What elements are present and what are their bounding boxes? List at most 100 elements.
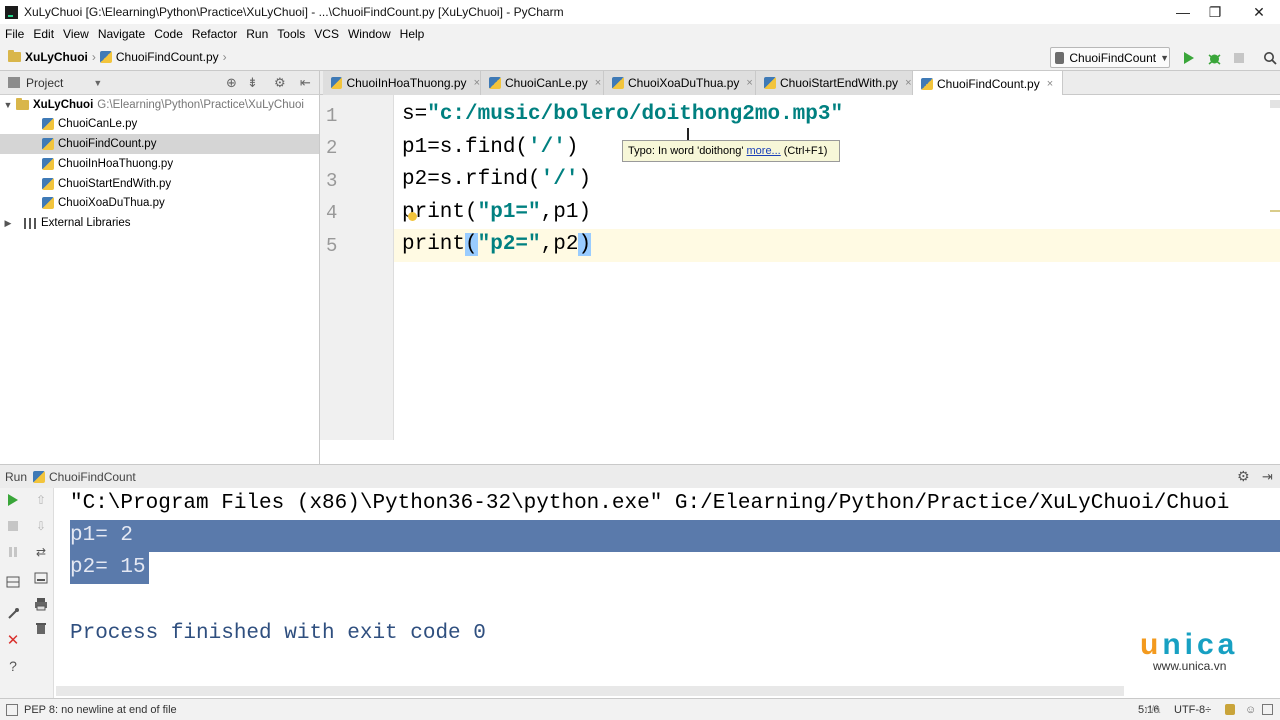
code-line-1: s="c:/music/bolero/doithong2mo.mp3" bbox=[402, 103, 844, 126]
trash-icon[interactable] bbox=[33, 620, 49, 636]
folder-icon bbox=[16, 98, 29, 110]
line-number: 2 bbox=[326, 137, 338, 159]
search-everywhere-icon[interactable] bbox=[1262, 50, 1278, 66]
rerun-icon[interactable] bbox=[5, 492, 21, 508]
lightbulb-icon[interactable] bbox=[408, 212, 417, 221]
stop-icon[interactable] bbox=[1231, 50, 1247, 66]
status-bar: PEP 8: no newline at end of file 5:16 n/… bbox=[0, 698, 1280, 720]
typo-tooltip: Typo: In word 'doithong' more... (Ctrl+F… bbox=[622, 140, 840, 162]
python-file-icon bbox=[612, 77, 624, 89]
editor-tab-bar: ChuoiInHoaThuong.py × ChuoiCanLe.py × Ch… bbox=[320, 71, 1280, 96]
locate-icon[interactable]: ⊕ bbox=[226, 75, 237, 91]
code-line-4: print("p1=",p1) bbox=[402, 201, 592, 224]
menu-tools[interactable]: Tools bbox=[277, 27, 305, 41]
python-file-icon bbox=[99, 51, 112, 63]
chevron-down-icon: ▼ bbox=[1160, 52, 1169, 63]
console-output-p1: p1= 2 bbox=[70, 524, 134, 547]
pycharm-icon bbox=[5, 5, 18, 19]
close-button[interactable]: ✕ bbox=[1240, 0, 1278, 24]
tab-label: ChuoiCanLe.py bbox=[505, 76, 588, 90]
menu-file[interactable]: File bbox=[5, 27, 24, 41]
line-separator: n/a bbox=[1145, 703, 1161, 716]
python-file-icon bbox=[42, 158, 54, 170]
expand-arrow-icon[interactable]: ▼ bbox=[3, 100, 13, 110]
menu-view[interactable]: View bbox=[63, 27, 89, 41]
menu-code[interactable]: Code bbox=[154, 27, 183, 41]
console-toolbar: ⇧ ⇩ ⇄ bbox=[28, 488, 54, 698]
tab-close-icon[interactable]: × bbox=[474, 77, 480, 89]
tab-chuoistartendwith[interactable]: ChuoiStartEndWith.py × bbox=[756, 71, 913, 95]
tab-chuoixoaduthua[interactable]: ChuoiXoaDuThua.py × bbox=[604, 71, 756, 95]
tree-root[interactable]: ▼ XuLyChuoi G:\Elearning\Python\Practice… bbox=[0, 95, 319, 115]
restore-button[interactable]: ❐ bbox=[1196, 0, 1234, 24]
tree-file[interactable]: ChuoiXoaDuThua.py bbox=[0, 193, 319, 213]
pause-icon[interactable] bbox=[5, 544, 21, 560]
menu-window[interactable]: Window bbox=[348, 27, 391, 41]
python-file-icon bbox=[921, 77, 933, 90]
hide-panel-icon[interactable]: ⇤ bbox=[300, 75, 311, 91]
tab-close-icon[interactable]: × bbox=[905, 77, 911, 89]
menu-vcs[interactable]: VCS bbox=[314, 27, 339, 41]
run-toolbar: ✕ ? bbox=[0, 488, 28, 698]
hide-panel-icon[interactable]: ⇥ bbox=[1262, 469, 1273, 485]
tree-file-label: ChuoiXoaDuThua.py bbox=[58, 197, 165, 209]
tab-close-icon[interactable]: × bbox=[1047, 78, 1053, 90]
scroll-to-end-icon[interactable] bbox=[33, 570, 49, 586]
print-icon[interactable] bbox=[33, 596, 49, 612]
arrow-up-icon[interactable]: ⇧ bbox=[33, 492, 49, 508]
menu-help[interactable]: Help bbox=[400, 27, 425, 41]
python-file-icon bbox=[42, 138, 54, 150]
pin-icon[interactable] bbox=[5, 606, 21, 622]
tab-chuoifindcount[interactable]: ChuoiFindCount.py × bbox=[913, 71, 1063, 96]
console-exit-message: Process finished with exit code 0 bbox=[70, 622, 486, 645]
tree-file[interactable]: ChuoiStartEndWith.py bbox=[0, 174, 319, 194]
tab-chuoicanle[interactable]: ChuoiCanLe.py × bbox=[481, 71, 604, 95]
gear-icon[interactable]: ⚙ bbox=[274, 75, 286, 91]
project-view-label[interactable]: Project bbox=[26, 76, 63, 90]
python-file-icon bbox=[42, 197, 54, 209]
breadcrumb-file[interactable]: ChuoiFindCount.py bbox=[99, 50, 219, 64]
close-icon[interactable]: ✕ bbox=[5, 632, 21, 649]
project-tool-header: Project ▼ ⊕ ⇟ ⚙ ⇤ bbox=[0, 71, 320, 95]
tab-close-icon[interactable]: × bbox=[746, 77, 752, 89]
debug-icon[interactable] bbox=[1206, 50, 1222, 66]
menu-run[interactable]: Run bbox=[246, 27, 268, 41]
help-icon[interactable]: ? bbox=[5, 658, 21, 674]
folder-icon bbox=[8, 50, 21, 62]
breadcrumb-separator: › bbox=[91, 50, 96, 64]
menu-navigate[interactable]: Navigate bbox=[98, 27, 145, 41]
layout-icon[interactable] bbox=[5, 574, 21, 590]
event-log-icon[interactable] bbox=[1262, 704, 1273, 715]
console-horizontal-scrollbar[interactable] bbox=[56, 686, 1124, 696]
tree-file[interactable]: ChuoiCanLe.py bbox=[0, 114, 319, 134]
file-encoding[interactable]: UTF-8÷ bbox=[1174, 704, 1211, 716]
tree-file-selected[interactable]: ChuoiFindCount.py bbox=[0, 134, 319, 154]
run-panel-config[interactable]: ChuoiFindCount bbox=[49, 470, 136, 484]
toolwindow-toggle-icon[interactable] bbox=[6, 703, 18, 716]
inspection-icon[interactable]: ☺ bbox=[1245, 704, 1256, 716]
tab-close-icon[interactable]: × bbox=[595, 77, 601, 89]
stop-icon[interactable] bbox=[5, 518, 21, 534]
menu-edit[interactable]: Edit bbox=[33, 27, 54, 41]
expand-arrow-icon[interactable]: ▶ bbox=[3, 218, 13, 229]
tree-file-label: ChuoiFindCount.py bbox=[58, 138, 157, 150]
chevron-down-icon[interactable]: ▼ bbox=[93, 78, 102, 88]
lock-icon[interactable] bbox=[1225, 704, 1235, 715]
python-file-icon bbox=[33, 470, 46, 483]
run-icon[interactable] bbox=[1181, 50, 1197, 66]
gear-icon[interactable]: ⚙ bbox=[1237, 468, 1250, 485]
run-configuration-select[interactable]: ChuoiFindCount ▼ bbox=[1050, 47, 1170, 68]
tab-chuoiinhoathuong[interactable]: ChuoiInHoaThuong.py × bbox=[323, 71, 481, 95]
python-file-icon bbox=[42, 118, 54, 130]
breadcrumb-file-label: ChuoiFindCount.py bbox=[115, 50, 219, 64]
tooltip-more-link[interactable]: more... bbox=[747, 145, 781, 157]
menu-refactor[interactable]: Refactor bbox=[192, 27, 237, 41]
breadcrumb-project[interactable]: XuLyChuoi bbox=[8, 50, 88, 64]
tree-file[interactable]: ChuoiInHoaThuong.py bbox=[0, 154, 319, 174]
soft-wrap-icon[interactable]: ⇄ bbox=[33, 544, 49, 560]
arrow-down-icon[interactable]: ⇩ bbox=[33, 518, 49, 534]
tree-external-libraries[interactable]: ▶ External Libraries bbox=[0, 213, 319, 233]
collapse-icon[interactable]: ⇟ bbox=[247, 75, 258, 91]
python-file-icon bbox=[42, 178, 54, 190]
scroll-marker bbox=[1270, 210, 1280, 212]
